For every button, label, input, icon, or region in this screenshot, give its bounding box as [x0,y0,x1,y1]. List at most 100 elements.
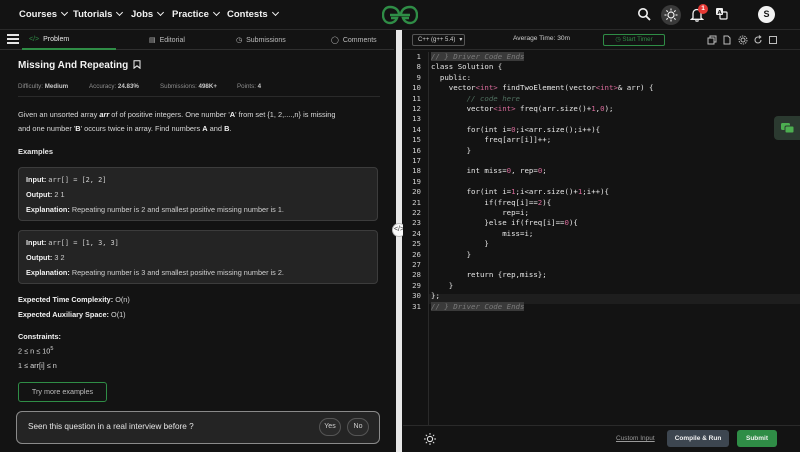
code-line: vector<int> freq(arr.size()+1,0); [431,104,614,113]
submit-button[interactable]: Submit [737,430,777,447]
tab-submissions[interactable]: ◷ Submissions [236,36,286,44]
line-number: 26 [412,249,421,259]
chat-button[interactable] [774,116,800,140]
custom-input-link[interactable]: Custom Input [616,435,655,442]
line-number: 19 [412,176,421,186]
nav-jobs-label: Jobs [131,9,154,20]
tab-comments[interactable]: ◯ Comments [331,36,377,44]
theme-sun-icon[interactable] [423,432,437,446]
translate-icon[interactable]: A [715,7,728,20]
nav-contests-label: Contests [227,9,268,20]
line-number: 1 [416,52,421,61]
notification-badge: 1 [698,4,708,14]
example-1-explanation: Explanation: Repeating number is 2 and s… [26,205,284,214]
avatar[interactable]: S [758,6,775,23]
code-line: } [431,249,472,259]
accuracy-label: Accuracy: [89,83,117,90]
try-more-examples-button[interactable]: Try more examples [18,382,107,402]
line-number: 13 [412,114,421,124]
editor-footer: Custom Input Compile & Run Submit [403,425,800,452]
problem-description-line-1: Given an unsorted array arr of of positi… [18,110,336,119]
problem-description-line-2: and one number 'B' occurs twice in array… [18,124,232,133]
code-line: class Solution { [431,62,503,72]
average-time: Average Time: 30m [513,35,571,42]
problem-tabs: </> Problem ▤ Editorial ◷ Submissions ◯ Comm… [0,30,394,50]
code-line: miss=i; [431,228,534,238]
code-line: return {rep,miss}; [431,270,547,280]
nav-jobs[interactable]: Jobs [131,8,165,20]
page-title: Missing And Repeating [18,60,141,71]
settings-icon[interactable] [738,35,748,45]
nav-courses-label: Courses [19,9,58,20]
compile-run-button[interactable]: Compile & Run [667,430,729,447]
line-number: 24 [412,228,421,238]
menu-icon[interactable] [7,34,19,44]
line-number: 11 [412,93,421,103]
nav-practice[interactable]: Practice [172,8,221,20]
difficulty-meta: Difficulty: Medium [18,83,68,90]
search-icon[interactable] [637,7,651,21]
line-number: 18 [412,166,421,176]
interview-question: Seen this question in a real interview b… [28,422,194,431]
line-number: 22 [412,208,421,217]
example-2-input: Input: arr[] = [1, 3, 3] [26,238,119,247]
reset-icon[interactable] [753,35,763,45]
file-icon[interactable] [722,35,732,45]
code-line: public: [431,72,472,82]
code-line: // } Driver Code Ends [431,52,525,61]
gutter-divider [428,52,429,425]
svg-text:A: A [718,10,723,16]
tab-problem[interactable]: </> Problem [29,36,69,43]
fullscreen-icon[interactable] [768,35,778,45]
code-line: }; [431,291,440,301]
nav-contests[interactable]: Contests [227,8,279,20]
line-number: 25 [412,239,421,249]
gfg-logo-icon[interactable] [382,5,418,25]
submissions-label: Submissions: [160,83,197,90]
expected-auxiliary-space: Expected Auxiliary Space: O(1) [18,310,126,319]
problem-title: Missing And Repeating [18,60,129,71]
nav-courses[interactable]: Courses [19,8,69,20]
language-select-value: C++ (g++ 5.4) [418,37,456,43]
example-1-output: Output: 2 1 [26,190,65,199]
language-select[interactable]: C++ (g++ 5.4) ▾ [412,34,465,46]
code-line: } [431,280,454,290]
constraints-heading: Constraints: [18,332,61,341]
line-number: 9 [416,72,421,82]
code-line: for(int i=1;i<arr.size()+1;i++){ [431,187,609,197]
no-button[interactable]: No [347,418,369,436]
line-number: 8 [416,62,421,72]
code-line: // code here [466,93,521,103]
submissions-meta: Submissions: 498K+ [160,83,217,90]
constraint-2: 1 ≤ arr[i] ≤ n [18,361,57,370]
expected-time-complexity: Expected Time Complexity: O(n) [18,295,130,304]
chevron-down-icon [271,8,279,17]
line-number: 30 [412,291,421,301]
code-line: vector<int> findTwoElement(vector<int>& … [431,83,654,93]
divider [18,96,380,97]
chat-icon: ◯ [331,37,339,44]
tab-editorial[interactable]: ▤ Editorial [149,36,185,44]
start-timer-button[interactable]: ◷ Start Timer [603,34,665,46]
code-line: freq[arr[i]]++; [431,135,552,145]
yes-button[interactable]: Yes [319,418,341,436]
bookmark-icon[interactable] [133,60,141,70]
code-editor[interactable]: 1 // } Driver Code Ends 8 class Solution { 9… [403,52,800,425]
example-2-output: Output: 3 2 [26,253,65,262]
points-meta: Points: 4 [237,83,261,90]
line-number: 31 [412,301,421,311]
points-label: Points: [237,83,256,90]
copy-icon[interactable] [707,35,717,45]
code-line: } [431,145,472,155]
line-number: 21 [412,197,421,207]
example-box-2: Input: arr[] = [1, 3, 3] Output: 3 2 Exp… [18,230,378,284]
code-line: } [431,239,489,249]
points-value: 4 [257,83,262,90]
editor-toolbar: C++ (g++ 5.4) ▾ Average Time: 30m ◷ Start… [403,30,800,50]
theme-toggle-button[interactable] [661,5,681,25]
line-number: 29 [412,280,421,290]
start-timer-label: Start Timer [622,36,653,43]
nav-tutorials[interactable]: Tutorials [73,8,124,20]
panel-splitter[interactable] [396,30,402,452]
difficulty-label: Difficulty: [18,83,43,90]
